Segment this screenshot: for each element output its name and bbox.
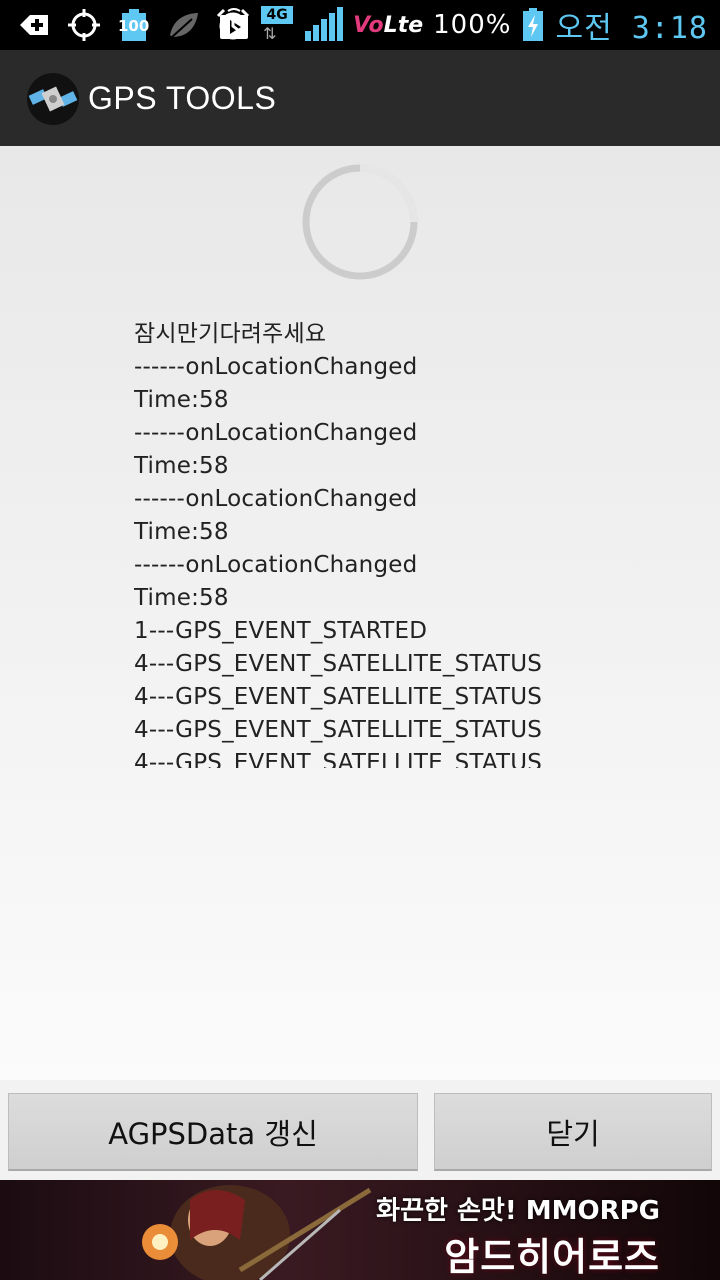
- close-button[interactable]: 닫기: [434, 1093, 712, 1171]
- log-line: 4---GPS_EVENT_SATELLITE_STATUS: [134, 684, 543, 710]
- signal-icon: [303, 7, 344, 43]
- battery-percent: 100%: [433, 10, 512, 40]
- gps-event-log: 잠시만기다려주세요 ------onLocationChanged Time:58 -…: [134, 318, 694, 768]
- log-line: Time:58: [134, 519, 229, 545]
- status-bar-system: 4G ⇅ VoLte 100% 오전 3:18: [215, 6, 708, 46]
- log-line: ------onLocationChanged: [134, 552, 418, 578]
- volte-indicator: VoLte: [353, 12, 424, 38]
- log-line: 1---GPS_EVENT_STARTED: [134, 618, 428, 644]
- clock: 오전 3:18: [555, 11, 708, 46]
- gps-target-icon: [66, 7, 102, 43]
- action-bar: GPS TOOLS: [0, 50, 720, 146]
- log-line: 잠시만기다려주세요: [134, 321, 327, 347]
- status-bar: 100 4G ⇅ VoLte 100% 오전 3:18: [0, 0, 720, 50]
- log-line: 4---GPS_EVENT_SATELLITE_STATUS: [134, 717, 543, 743]
- log-line: ------onLocationChanged: [134, 486, 418, 512]
- add-icon: [16, 7, 52, 43]
- data-arrows-icon: ⇅: [263, 24, 277, 43]
- agps-data-update-button[interactable]: AGPSData 갱신: [8, 1093, 418, 1171]
- ad-tagline: 화끈한 손맛! MMORPG: [376, 1196, 660, 1226]
- loading-spinner-icon: [300, 162, 420, 282]
- log-line: ------onLocationChanged: [134, 420, 418, 446]
- network-4g-indicator: 4G ⇅: [261, 6, 294, 44]
- battery-notification-label: 100: [118, 17, 150, 35]
- log-line: 4---GPS_EVENT_SATELLITE_STATUS: [134, 651, 543, 677]
- progress-dialog-content: 잠시만기다려주세요 ------onLocationChanged Time:58 -…: [0, 146, 720, 1080]
- hero-character-image: [142, 1185, 372, 1280]
- charging-battery-icon: [521, 7, 545, 43]
- log-line: ------onLocationChanged: [134, 354, 418, 380]
- satellite-icon: [26, 72, 80, 126]
- log-line: Time:58: [134, 585, 229, 611]
- leaf-icon: [166, 7, 202, 43]
- log-line: 4---GPS_EVENT_SATELLITE_STATUS: [134, 750, 543, 768]
- network-label: 4G: [261, 6, 294, 24]
- ad-title: 암드히어로즈: [444, 1235, 660, 1279]
- battery-100-icon: 100: [116, 7, 152, 43]
- alarm-icon: [215, 7, 251, 43]
- log-line: Time:58: [134, 453, 229, 479]
- log-line: Time:58: [134, 387, 229, 413]
- ad-banner[interactable]: 화끈한 손맛! MMORPG 암드히어로즈: [0, 1180, 720, 1280]
- app-title: GPS TOOLS: [88, 80, 277, 116]
